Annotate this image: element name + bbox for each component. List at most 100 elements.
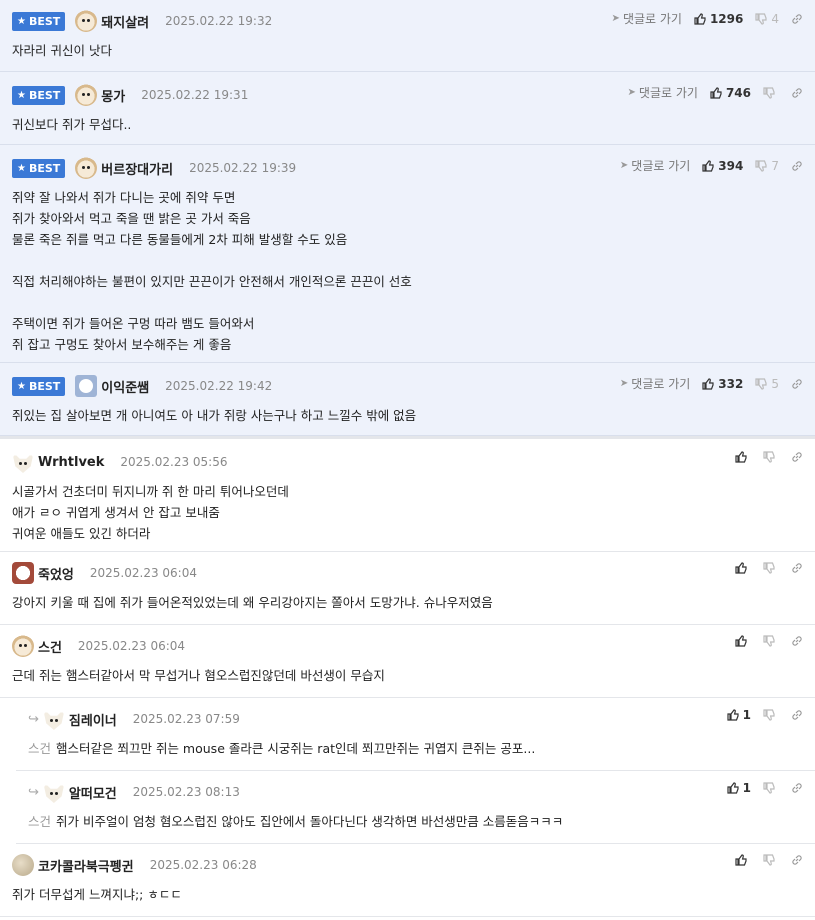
mention[interactable]: 스건 (28, 741, 51, 756)
best-badge: ★ BEST (12, 376, 66, 396)
reply-comment: ↪ 알떠모건 2025.02.23 08:13 스건 쥐가 비주얼이 엄청 혐오스… (16, 771, 815, 844)
nickname[interactable]: 돼지살려 (101, 12, 149, 31)
comment-date: 2025.02.22 19:39 (189, 161, 297, 175)
best-comment: ★ BEST 이익준쌤 2025.02.22 19:42 쥐있는 집 살아보면 개… (0, 363, 815, 436)
comment-date: 2025.02.22 19:42 (165, 379, 273, 393)
comment: 죽었엉 2025.02.23 06:04 강아지 키울 때 집에 쥐가 들어온적… (0, 552, 815, 625)
comment: 스건 2025.02.23 06:04 근데 쥐는 햄스터같아서 막 무섭거나 … (0, 625, 815, 698)
nickname[interactable]: 스건 (38, 637, 62, 656)
downvote-button[interactable]: 5 (755, 377, 779, 391)
upvote-button[interactable] (735, 451, 751, 463)
upvote-button[interactable]: 394 (702, 159, 743, 173)
link-icon[interactable] (791, 378, 803, 390)
avatar[interactable] (12, 451, 34, 473)
thumbs-up-icon (727, 709, 739, 721)
nickname[interactable]: Wrhtlvek (38, 455, 104, 470)
upvote-button[interactable]: 1296 (694, 12, 743, 26)
thumbs-down-icon (755, 377, 767, 390)
downvote-button[interactable]: 7 (755, 159, 779, 173)
downvote-button[interactable]: 4 (755, 12, 779, 26)
link-icon[interactable] (791, 160, 803, 172)
thumbs-down-icon (763, 854, 775, 866)
downvote-button[interactable] (763, 562, 779, 574)
link-icon[interactable] (791, 87, 803, 99)
reply-comment: ↪ 짐레이너 2025.02.23 07:59 스건 햄스터같은 쬐끄만 쥐는 m… (16, 698, 815, 771)
nickname[interactable]: 알떠모건 (69, 783, 117, 802)
go-to-comment-link[interactable]: ➤ 댓글로 가기 (612, 10, 682, 27)
upvote-button[interactable]: 1 (727, 781, 751, 795)
best-comment: ★ BEST 돼지살려 2025.02.22 19:32 자라리 귀신이 낫다 ➤… (0, 0, 815, 72)
upvote-button[interactable]: 1 (727, 708, 751, 722)
send-arrow-icon: ➤ (619, 160, 629, 171)
comment-date: 2025.02.23 06:28 (149, 858, 257, 872)
upvote-button[interactable]: 332 (702, 377, 743, 391)
thumbs-down-icon (763, 451, 775, 463)
comment-date: 2025.02.23 06:04 (77, 639, 186, 653)
thumbs-up-icon (735, 451, 747, 463)
link-icon[interactable] (791, 451, 803, 463)
avatar[interactable] (42, 781, 65, 803)
go-to-comment-link[interactable]: ➤ 댓글로 가기 (620, 157, 690, 174)
comment-date: 2025.02.23 08:13 (132, 785, 240, 799)
star-icon: ★ (17, 380, 26, 392)
avatar[interactable] (75, 375, 98, 397)
comment-text: 근데 쥐는 햄스터같아서 막 무섭거나 혐오스럽진않던데 바선생이 무습지 (12, 668, 385, 683)
go-to-comment-link[interactable]: ➤ 댓글로 가기 (628, 84, 698, 101)
nickname[interactable]: 코카콜라북극펭귄 (38, 856, 134, 875)
avatar[interactable] (75, 157, 98, 179)
thumbs-down-icon (763, 709, 775, 721)
best-comment: ★ BEST 버르장대가리 2025.02.22 19:39 쥐약 잘 나와서 쥐… (0, 145, 815, 363)
link-icon[interactable] (791, 709, 803, 721)
best-badge: ★ BEST (12, 11, 66, 31)
comment-list: ★ BEST 돼지살려 2025.02.22 19:32 자라리 귀신이 낫다 ➤… (0, 0, 815, 917)
best-comment: ★ BEST 몽가 2025.02.22 19:31 귀신보다 쥐가 무섭다.. … (0, 72, 815, 145)
avatar[interactable] (75, 10, 98, 32)
avatar[interactable] (12, 562, 34, 584)
thumbs-down-icon (763, 782, 775, 794)
avatar[interactable] (12, 635, 34, 657)
go-to-comment-link[interactable]: ➤ 댓글로 가기 (620, 375, 690, 392)
thumbs-up-icon (694, 12, 706, 25)
link-icon[interactable] (791, 13, 803, 25)
upvote-button[interactable]: 746 (710, 86, 751, 100)
best-badge: ★ BEST (12, 85, 66, 105)
avatar[interactable] (12, 854, 34, 876)
comment-date: 2025.02.23 07:59 (132, 712, 240, 726)
thumbs-down-icon (763, 86, 775, 99)
link-icon[interactable] (791, 562, 803, 574)
comment-date: 2025.02.22 19:32 (165, 14, 273, 28)
nickname[interactable]: 버르장대가리 (101, 159, 173, 178)
comment-text: 쥐가 더무섭게 느껴지냐;; ㅎㄷㄷ (12, 887, 182, 902)
upvote-button[interactable] (735, 635, 751, 647)
upvote-button[interactable] (735, 854, 751, 866)
link-icon[interactable] (791, 635, 803, 647)
link-icon[interactable] (791, 782, 803, 794)
comment-text: 강아지 키울 때 집에 쥐가 들어온적있었는데 왜 우리강아지는 쫄아서 도망가… (12, 595, 493, 610)
comment-text: 쥐약 잘 나와서 쥐가 다니는 곳에 쥐약 두면 쥐가 찾아와서 먹고 죽을 땐… (12, 190, 412, 352)
thumbs-up-icon (735, 854, 747, 866)
thumbs-up-icon (702, 159, 714, 172)
star-icon: ★ (17, 162, 26, 174)
avatar[interactable] (75, 84, 98, 106)
downvote-button[interactable] (763, 854, 779, 866)
mention[interactable]: 스건 (28, 814, 51, 829)
nickname[interactable]: 이익준쌤 (101, 377, 149, 396)
comment-date: 2025.02.22 19:31 (141, 88, 249, 102)
link-icon[interactable] (791, 854, 803, 866)
downvote-button[interactable] (763, 635, 779, 647)
nickname[interactable]: 몽가 (101, 86, 125, 105)
upvote-button[interactable] (735, 562, 751, 574)
downvote-button[interactable] (763, 709, 779, 721)
comment-text: 스건 햄스터같은 쬐끄만 쥐는 mouse 졸라큰 시궁쥐는 rat인데 쬐끄만쥐… (28, 741, 536, 756)
thumbs-down-icon (755, 159, 767, 172)
comment: Wrhtlvek 2025.02.23 05:56 시골가서 건초더미 뒤지니까… (0, 439, 815, 552)
nickname[interactable]: 죽었엉 (38, 564, 74, 583)
thumbs-down-icon (755, 12, 767, 25)
avatar[interactable] (42, 708, 65, 730)
nickname[interactable]: 짐레이너 (69, 710, 117, 729)
downvote-button[interactable] (763, 86, 779, 99)
comment-date: 2025.02.23 05:56 (120, 455, 228, 469)
downvote-button[interactable] (763, 782, 779, 794)
downvote-button[interactable] (763, 451, 779, 463)
thumbs-down-icon (763, 635, 775, 647)
